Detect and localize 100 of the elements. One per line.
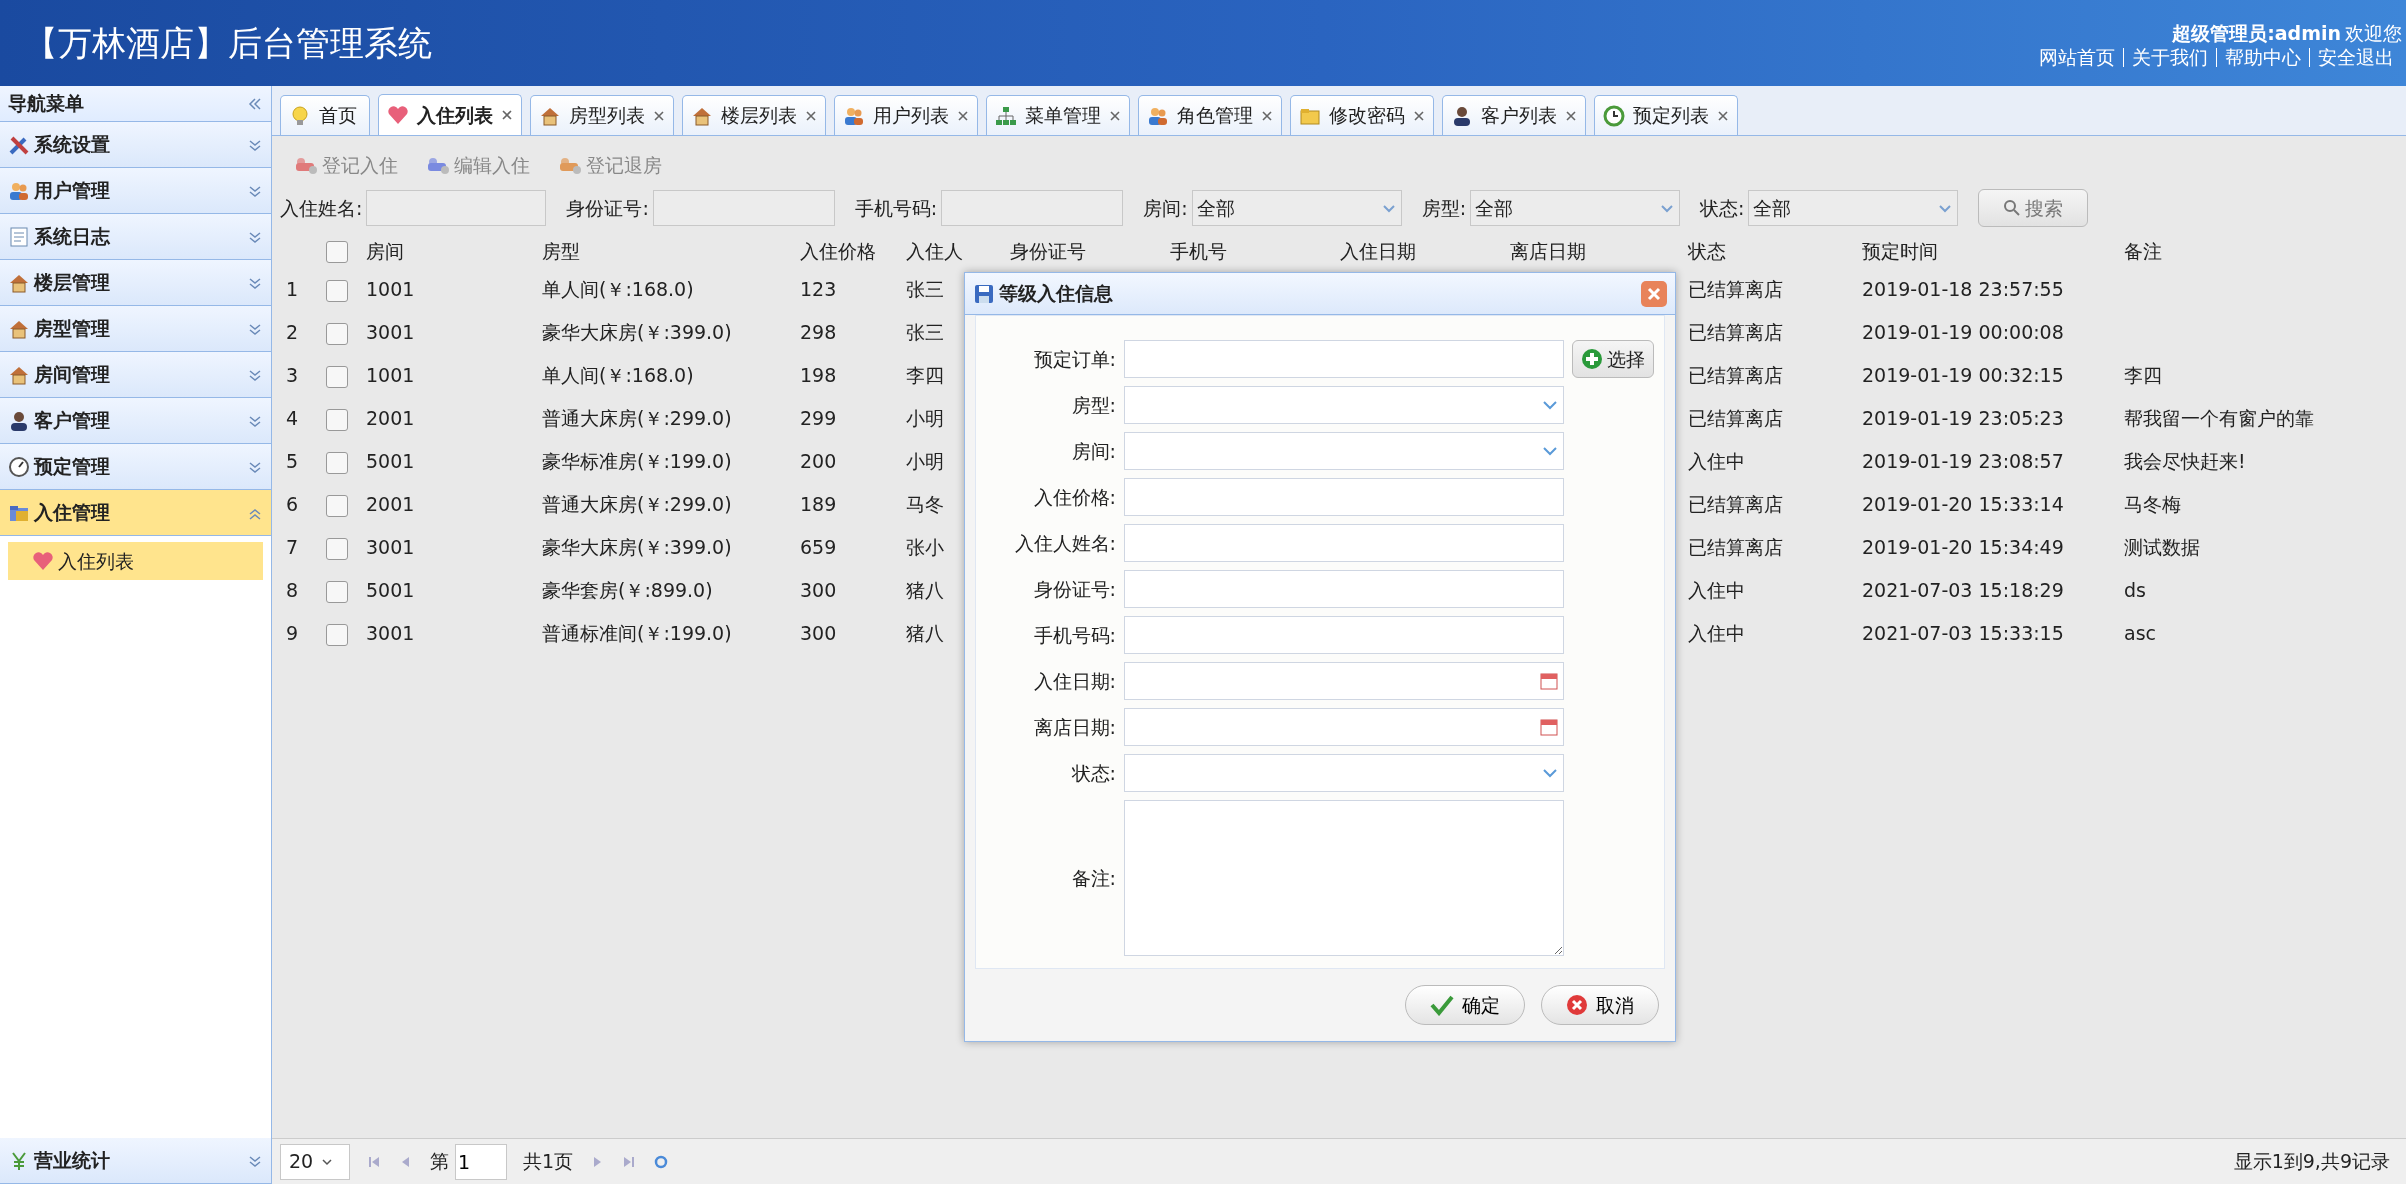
- log-icon: [8, 225, 30, 248]
- page-size-select[interactable]: 20: [280, 1143, 350, 1180]
- sidebar-item[interactable]: 系统设置: [0, 122, 271, 168]
- close-icon[interactable]: [1413, 109, 1425, 122]
- header-link[interactable]: 帮助中心: [2216, 47, 2309, 67]
- expand-icon[interactable]: [247, 1153, 263, 1170]
- filter-select[interactable]: 全部: [1191, 190, 1402, 226]
- tab[interactable]: 首页: [280, 95, 370, 135]
- sidebar-item[interactable]: 房间管理: [0, 352, 271, 398]
- tab[interactable]: 角色管理: [1138, 95, 1282, 135]
- date-field[interactable]: [1124, 662, 1564, 700]
- close-icon[interactable]: [653, 109, 665, 122]
- header-link[interactable]: 关于我们: [2123, 47, 2216, 67]
- user-label: 超级管理员:admin: [2172, 21, 2341, 47]
- expand-icon[interactable]: [247, 459, 263, 476]
- tab[interactable]: 用户列表: [834, 95, 978, 135]
- tab[interactable]: 预定列表: [1594, 95, 1738, 135]
- sidebar-item[interactable]: 预定管理: [0, 444, 271, 490]
- checkbox[interactable]: [326, 451, 348, 474]
- sidebar-item[interactable]: 营业统计: [0, 1138, 271, 1184]
- tab[interactable]: 入住列表: [378, 94, 522, 135]
- sidebar-item[interactable]: 入住管理: [0, 490, 271, 536]
- tab[interactable]: 修改密码: [1290, 95, 1434, 135]
- table-cell: 5001: [366, 450, 415, 473]
- table-cell: 小明: [906, 450, 944, 473]
- header-link[interactable]: 网站首页: [2031, 47, 2123, 67]
- checkbox[interactable]: [326, 279, 348, 302]
- row-number: 8: [286, 579, 299, 602]
- table-cell: 2019-01-18 23:57:55: [1862, 278, 2064, 301]
- expand-icon[interactable]: [247, 183, 263, 200]
- checkbox[interactable]: [326, 623, 348, 646]
- sidebar-item[interactable]: 房型管理: [0, 306, 271, 352]
- checkbox[interactable]: [326, 241, 348, 264]
- filter-label: 身份证号:: [566, 195, 649, 221]
- sidebar-item[interactable]: 系统日志: [0, 214, 271, 260]
- expand-icon[interactable]: [247, 229, 263, 246]
- plus-icon: [1581, 348, 1603, 370]
- table-cell: 已结算离店: [1688, 407, 1783, 430]
- table-cell: 659: [800, 536, 837, 559]
- text-field[interactable]: [1124, 340, 1564, 378]
- table-cell: 张三: [906, 278, 944, 301]
- ok-button[interactable]: 确定: [1405, 985, 1525, 1025]
- filter-select[interactable]: 全部: [1470, 190, 1681, 226]
- table-cell: 1001: [366, 364, 415, 387]
- collapse-sidebar-icon[interactable]: [247, 95, 263, 112]
- select-field[interactable]: [1124, 386, 1564, 424]
- refresh-icon[interactable]: [653, 1154, 670, 1170]
- page-input[interactable]: 1: [455, 1143, 507, 1180]
- form-label: 离店日期:: [1032, 714, 1116, 740]
- page-total: 共1页: [523, 1149, 574, 1175]
- filter-input[interactable]: [941, 190, 1124, 226]
- remarks-field[interactable]: [1124, 800, 1564, 956]
- text-field[interactable]: [1124, 524, 1564, 562]
- checkbox[interactable]: [326, 580, 348, 603]
- search-button[interactable]: 搜索: [1978, 189, 2089, 227]
- text-field[interactable]: [1124, 478, 1564, 516]
- checkbox[interactable]: [326, 408, 348, 431]
- select-field[interactable]: [1124, 754, 1564, 792]
- filter-select[interactable]: 全部: [1748, 190, 1959, 226]
- expand-icon[interactable]: [247, 413, 263, 430]
- filter-input[interactable]: [366, 190, 547, 226]
- sidebar-item[interactable]: 客户管理: [0, 398, 271, 444]
- filter-input[interactable]: [652, 190, 835, 226]
- checkbox[interactable]: [326, 537, 348, 560]
- tab[interactable]: 房型列表: [530, 95, 674, 135]
- expand-icon[interactable]: [247, 321, 263, 338]
- tab[interactable]: 楼层列表: [682, 95, 826, 135]
- expand-icon[interactable]: [247, 137, 263, 154]
- checkbox[interactable]: [326, 322, 348, 345]
- text-field[interactable]: [1124, 570, 1564, 608]
- close-icon[interactable]: [1261, 109, 1273, 122]
- close-button[interactable]: [1641, 280, 1667, 307]
- select-button[interactable]: 选择: [1572, 340, 1654, 378]
- close-icon[interactable]: [1717, 109, 1729, 122]
- sidebar-subitem[interactable]: 入住列表: [8, 542, 263, 580]
- close-icon[interactable]: [1109, 109, 1121, 122]
- date-field[interactable]: [1124, 708, 1564, 746]
- tab[interactable]: 菜单管理: [986, 95, 1130, 135]
- sidebar-item[interactable]: 用户管理: [0, 168, 271, 214]
- checkbox[interactable]: [326, 365, 348, 388]
- table-cell: 5001: [366, 579, 415, 602]
- page-summary: 显示1到9,共9记录: [2233, 1149, 2391, 1175]
- close-icon[interactable]: [501, 109, 513, 121]
- cancel-button[interactable]: 取消: [1541, 985, 1659, 1025]
- close-icon[interactable]: [805, 109, 817, 122]
- expand-icon[interactable]: [247, 367, 263, 384]
- clock-icon: [8, 455, 30, 478]
- select-field[interactable]: [1124, 432, 1564, 470]
- table-cell: 马冬: [906, 493, 944, 516]
- text-field[interactable]: [1124, 616, 1564, 654]
- expand-icon[interactable]: [247, 275, 263, 292]
- first-page-icon[interactable]: [366, 1154, 382, 1170]
- column-header: 预定时间: [1862, 239, 1938, 262]
- close-icon[interactable]: [1565, 109, 1577, 122]
- tab[interactable]: 客户列表: [1442, 95, 1586, 135]
- sidebar-item[interactable]: 楼层管理: [0, 260, 271, 306]
- header-link[interactable]: 安全退出: [2309, 47, 2402, 67]
- checkbox[interactable]: [326, 494, 348, 517]
- person-icon: [8, 409, 30, 432]
- close-icon[interactable]: [957, 109, 969, 122]
